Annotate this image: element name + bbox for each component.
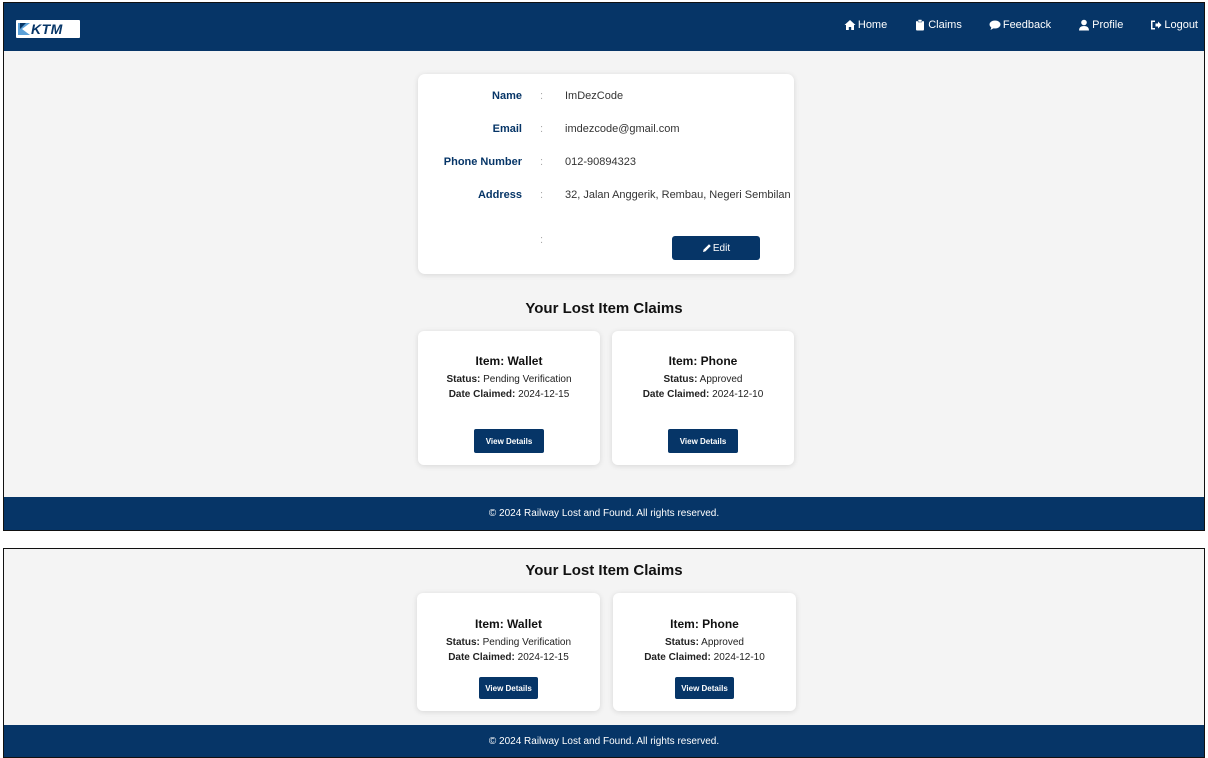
view-details-button[interactable]: View Details	[479, 677, 538, 699]
separator: :	[540, 90, 544, 102]
view-details-button[interactable]: View Details	[668, 429, 738, 453]
home-icon	[844, 19, 856, 31]
date-value: 2024-12-10	[713, 652, 765, 663]
address-value: 32, Jalan Anggerik, Rembau, Negeri Sembi…	[565, 189, 791, 201]
profile-row-phone: Phone Number : 012-90894323	[418, 156, 794, 172]
name-value: ImDezCode	[565, 90, 624, 102]
status-label: Status:	[663, 374, 698, 385]
nav-claims-label: Claims	[928, 19, 962, 31]
profile-row-name: Name : ImDezCode	[418, 90, 794, 106]
view-details-button[interactable]: View Details	[675, 677, 734, 699]
claims-section-screenshot: Your Lost Item Claims Item: Wallet Statu…	[3, 548, 1205, 758]
phone-value: 012-90894323	[565, 156, 636, 168]
date-value: 2024-12-15	[518, 389, 570, 400]
claim-status: Status: Pending Verification	[418, 374, 600, 385]
date-label: Date Claimed:	[642, 389, 710, 400]
status-value: Approved	[699, 374, 743, 385]
claim-status: Status: Approved	[613, 637, 796, 648]
footer: © 2024 Railway Lost and Found. All right…	[4, 497, 1204, 530]
separator: :	[540, 123, 544, 135]
speech-bubble-icon	[989, 19, 1001, 31]
claim-date: Date Claimed: 2024-12-10	[613, 652, 796, 663]
profile-row-address: Address : 32, Jalan Anggerik, Rembau, Ne…	[418, 189, 794, 205]
logout-icon	[1150, 19, 1162, 31]
name-label: Name	[492, 90, 522, 102]
nav-logout[interactable]: Logout	[1150, 19, 1198, 31]
edit-button[interactable]: Edit	[672, 236, 760, 260]
profile-row-email: Email : imdezcode@gmail.com	[418, 123, 794, 139]
claim-card-wallet: Item: Wallet Status: Pending Verificatio…	[418, 331, 600, 465]
clipboard-icon	[914, 19, 926, 31]
claim-item-name: Item: Phone	[670, 617, 739, 631]
nav-profile-label: Profile	[1092, 19, 1124, 31]
date-value: 2024-12-15	[517, 652, 569, 663]
claim-status: Status: Pending Verification	[417, 637, 600, 648]
status-value: Pending Verification	[483, 374, 572, 385]
claim-date: Date Claimed: 2024-12-10	[612, 389, 794, 400]
claims-title: Your Lost Item Claims	[525, 562, 683, 579]
date-label: Date Claimed:	[448, 389, 516, 400]
separator: :	[540, 234, 544, 246]
nav-menu: Home Claims Feedback Profile Logout	[817, 19, 1198, 31]
nav-logout-label: Logout	[1164, 19, 1198, 31]
view-details-button[interactable]: View Details	[474, 429, 544, 453]
date-value: 2024-12-10	[712, 389, 764, 400]
edit-label: Edit	[712, 242, 731, 254]
nav-home[interactable]: Home	[844, 19, 887, 31]
claim-item-name: Item: Wallet	[475, 354, 543, 368]
claim-item-name: Item: Phone	[668, 354, 738, 368]
claim-item-name: Item: Wallet	[475, 617, 542, 631]
claim-card-phone: Item: Phone Status: Approved Date Claime…	[613, 593, 796, 711]
pencil-icon	[702, 244, 711, 252]
user-icon	[1078, 19, 1090, 31]
profile-card: Name : ImDezCode Email : imdezcode@gmail…	[418, 74, 794, 274]
ktm-logo[interactable]: KTM	[16, 20, 80, 38]
date-label: Date Claimed:	[448, 652, 515, 663]
separator: :	[540, 189, 544, 201]
date-label: Date Claimed:	[644, 652, 711, 663]
separator: :	[540, 156, 544, 168]
nav-claims[interactable]: Claims	[914, 19, 962, 31]
nav-feedback[interactable]: Feedback	[989, 19, 1051, 31]
claim-status: Status: Approved	[612, 374, 794, 385]
email-value: imdezcode@gmail.com	[565, 123, 680, 135]
claim-card-phone: Item: Phone Status: Approved Date Claime…	[612, 331, 794, 465]
profile-page-screenshot: KTM Home Claims Feedback Profile Logout	[3, 2, 1205, 531]
phone-label: Phone Number	[443, 156, 522, 168]
nav-feedback-label: Feedback	[1002, 19, 1052, 31]
address-label: Address	[477, 189, 522, 201]
status-label: Status:	[445, 637, 480, 648]
claim-card-wallet: Item: Wallet Status: Pending Verificatio…	[417, 593, 600, 711]
status-value: Approved	[701, 637, 744, 648]
status-label: Status:	[446, 374, 481, 385]
status-value: Pending Verification	[482, 637, 572, 648]
footer: © 2024 Railway Lost and Found. All right…	[4, 725, 1204, 757]
navbar: KTM Home Claims Feedback Profile Logout	[4, 3, 1204, 51]
logo-text: KTM	[31, 21, 63, 37]
status-label: Status:	[665, 637, 699, 648]
nav-profile[interactable]: Profile	[1078, 19, 1123, 31]
email-label: Email	[492, 123, 522, 135]
claims-title: Your Lost Item Claims	[525, 300, 683, 317]
claim-date: Date Claimed: 2024-12-15	[417, 652, 600, 663]
nav-home-label: Home	[857, 19, 888, 31]
claim-date: Date Claimed: 2024-12-15	[418, 389, 600, 400]
